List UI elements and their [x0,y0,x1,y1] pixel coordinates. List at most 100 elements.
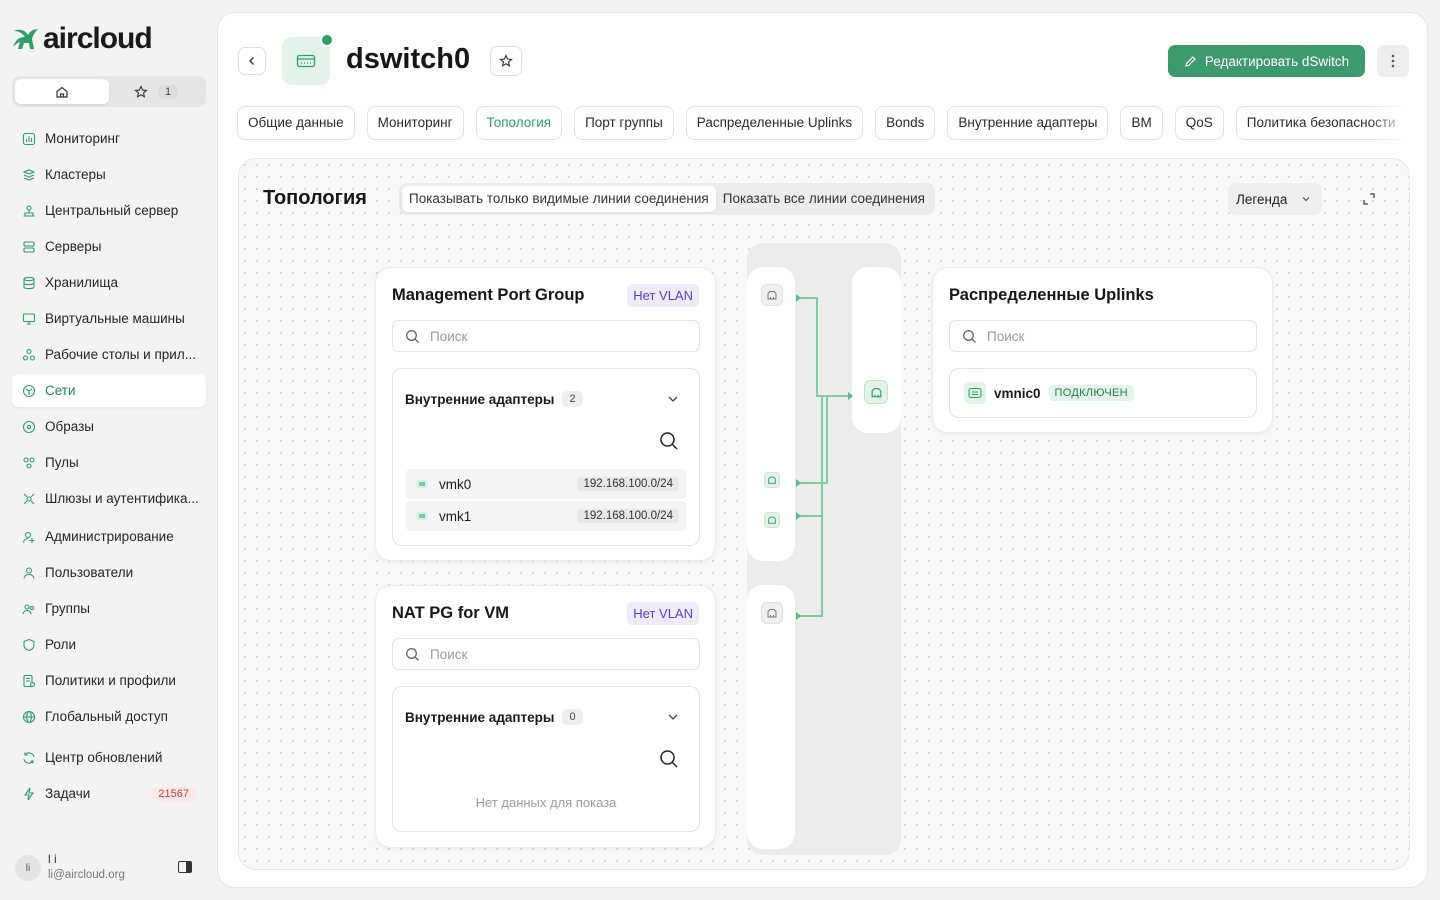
sidebar-item-tasks[interactable]: Задачи 21567 [12,777,206,810]
tab-internal-adapters[interactable]: Внутренние адаптеры [947,106,1109,140]
home-tab[interactable] [15,79,109,104]
tab-uplinks[interactable]: Распределенные Uplinks [685,106,864,140]
search-icon[interactable] [659,749,679,769]
sidebar-item-update-center[interactable]: Центр обновлений [12,741,206,774]
search-icon [963,329,976,343]
adapter-name: vmk1 [439,508,472,524]
internal-adapters-header[interactable]: Внутренние адаптеры 0 [405,709,583,725]
sidebar-item-monitoring[interactable]: Мониторинг [12,122,206,155]
search-icon[interactable] [659,431,679,451]
tabs-bar: Общие данные Мониторинг Топология Порт груп… [237,106,1409,140]
sidebar-item-label: Мониторинг [45,131,120,146]
sidebar-item-global-access[interactable]: Глобальный доступ [12,700,206,733]
adapter-row[interactable]: vmk0 192.168.100.0/24 [405,469,687,499]
internal-adapters-section: Внутренние адаптеры 0 Нет данных для пок… [392,686,700,832]
sidebar-nav: Мониторинг Кластеры Центральный сервер С… [12,122,206,813]
edit-dswitch-button[interactable]: Редактировать dSwitch [1168,45,1365,77]
user-name: l i [48,852,57,866]
logo-text: aircloud [43,22,153,55]
uplink-name: vmnic0 [994,385,1041,401]
tab-general[interactable]: Общие данные [237,106,355,140]
disc-icon [22,420,36,434]
sidebar-item-label: Рабочие столы и прил... [45,347,196,362]
port-group-search-input[interactable]: Поиск [392,320,700,352]
favorites-tab[interactable]: 1 [109,79,203,104]
sidebar-item-clusters[interactable]: Кластеры [12,158,206,191]
sidebar-item-label: Серверы [45,239,102,254]
tab-vms[interactable]: ВМ [1120,106,1163,140]
sidebar-item-central-server[interactable]: Центральный сервер [12,194,206,227]
sidebar-item-label: Глобальный доступ [45,709,168,724]
tab-bonds[interactable]: Bonds [875,106,936,140]
sidebar-item-desktops[interactable]: Рабочие столы и прил... [12,338,206,371]
tab-port-groups[interactable]: Порт группы [574,106,674,140]
tab-topology[interactable]: Топология [475,106,563,140]
port-group-card: Management Port Group Нет VLAN Поиск Вну… [375,267,716,561]
sidebar-item-storage[interactable]: Хранилища [12,266,206,299]
sidebar: aircloud 1 Мониторинг Кластеры Центральн… [0,0,216,900]
port-group-search-input[interactable]: Поиск [392,638,700,670]
back-button[interactable] [238,47,266,75]
internal-adapters-section: Внутренние адаптеры 2 vmk0 192.168.100.0… [392,368,700,546]
port-group-name: Management Port Group [392,286,585,304]
sidebar-item-groups[interactable]: Группы [12,592,206,625]
internal-adapters-label: Внутренние адаптеры [405,391,555,407]
logo[interactable]: aircloud [10,22,153,56]
empty-state-text: Нет данных для показа [475,795,617,810]
pegasus-logo-icon [13,29,38,49]
chevron-down-icon[interactable] [667,393,679,405]
uplink-row[interactable]: vmnic0 ПОДКЛЮЧЕН [949,368,1257,418]
more-menu-button[interactable] [1377,45,1409,77]
adapter-ip: 192.168.100.0/24 [577,477,679,491]
internal-adapters-header[interactable]: Внутренние адаптеры 2 [405,391,583,407]
adapter-port-icon-vmk1[interactable] [764,512,780,528]
port-group-port-icon[interactable] [761,284,783,306]
user-icon [22,566,36,580]
uplink-port-icon[interactable] [864,380,888,404]
ethernet-icon [767,609,777,618]
ethernet-icon [871,387,881,397]
tab-qos[interactable]: QoS [1174,106,1224,140]
sidebar-item-label: Шлюзы и аутентифика... [45,491,199,506]
port-group-port-icon[interactable] [761,602,783,624]
sidebar-item-roles[interactable]: Роли [12,628,206,661]
more-vertical-icon [1391,54,1395,68]
adapter-port-icon-vmk0[interactable] [764,472,780,488]
topology-panel: Топология Показывать только видимые лини… [238,158,1410,870]
sidebar-item-networks[interactable]: Сети [12,374,206,407]
search-placeholder: Поиск [430,328,468,344]
favorite-button[interactable] [490,46,522,76]
main-panel: dswitch0 Редактировать dSwitch Общие дан… [217,12,1428,888]
favorites-count: 1 [157,84,179,99]
sidebar-item-vms[interactable]: Виртуальные машины [12,302,206,335]
adapter-row[interactable]: vmk1 192.168.100.0/24 [405,501,687,531]
user-profile[interactable]: li l i li@aircloud.org [15,852,195,886]
sidebar-item-policies[interactable]: Политики и профили [12,664,206,697]
sidebar-item-label: Сети [45,383,76,398]
tab-monitoring[interactable]: Мониторинг [366,106,464,140]
sidebar-item-label: Задачи [45,786,91,801]
search-placeholder: Поиск [987,328,1025,344]
sidebar-item-images[interactable]: Образы [12,410,206,443]
search-icon [406,329,419,343]
sidebar-item-servers[interactable]: Серверы [12,230,206,263]
sidebar-item-label: Администрирование [45,529,174,544]
sidebar-item-label: Группы [45,601,90,616]
uplinks-search-input[interactable]: Поиск [949,320,1257,352]
chevron-down-icon[interactable] [667,711,679,723]
sidebar-item-label: Кластеры [45,167,106,182]
adapters-count-badge: 0 [562,709,583,725]
sidebar-item-users[interactable]: Пользователи [12,556,206,589]
sidebar-item-gateways[interactable]: Шлюзы и аутентифика... [12,482,206,515]
switch-icon [282,33,334,85]
search-placeholder: Поиск [430,646,468,662]
tasks-count-badge: 21567 [151,786,196,801]
sidebar-item-administration[interactable]: Администрирование [12,520,206,553]
chevron-left-icon [249,57,254,65]
home-icon [56,86,68,98]
page-title: dswitch0 [346,43,471,75]
sidebar-item-pools[interactable]: Пулы [12,446,206,479]
sidebar-item-label: Образы [45,419,94,434]
status-badge: ПОДКЛЮЧЕН [1048,385,1134,401]
sidebar-toggle-icon[interactable] [178,861,192,873]
